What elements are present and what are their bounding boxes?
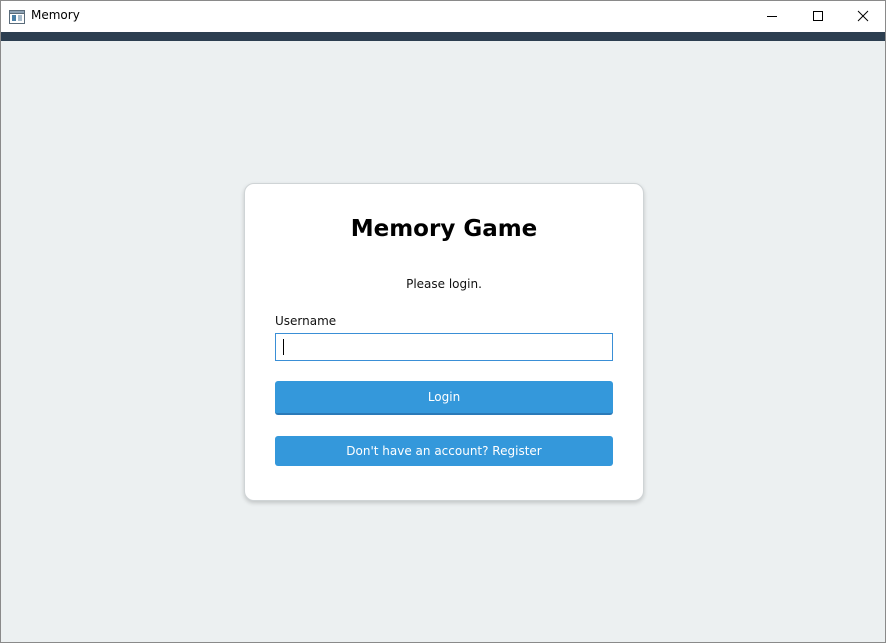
username-input[interactable] bbox=[275, 333, 613, 361]
maximize-button[interactable] bbox=[795, 1, 841, 31]
header-accent-strip bbox=[1, 32, 885, 41]
minimize-button[interactable] bbox=[749, 1, 795, 31]
minimize-icon bbox=[766, 7, 778, 26]
maximize-icon bbox=[812, 7, 824, 26]
window-app-icon bbox=[9, 9, 25, 24]
main-content: Memory Game Please login. Username Login… bbox=[1, 41, 885, 642]
username-label: Username bbox=[275, 314, 337, 328]
login-button[interactable]: Login bbox=[275, 381, 613, 415]
login-card: Memory Game Please login. Username Login… bbox=[244, 183, 644, 501]
title-bar[interactable]: Memory bbox=[1, 1, 885, 32]
close-button[interactable] bbox=[840, 1, 886, 31]
page-title: Memory Game bbox=[350, 216, 538, 242]
login-prompt: Please login. bbox=[406, 277, 482, 291]
window-title: Memory bbox=[31, 8, 80, 22]
app-window: Memory Memory Game Please login. Usernam… bbox=[0, 0, 886, 643]
register-button[interactable]: Don't have an account? Register bbox=[275, 436, 613, 466]
close-icon bbox=[857, 7, 869, 26]
text-caret bbox=[283, 339, 284, 355]
